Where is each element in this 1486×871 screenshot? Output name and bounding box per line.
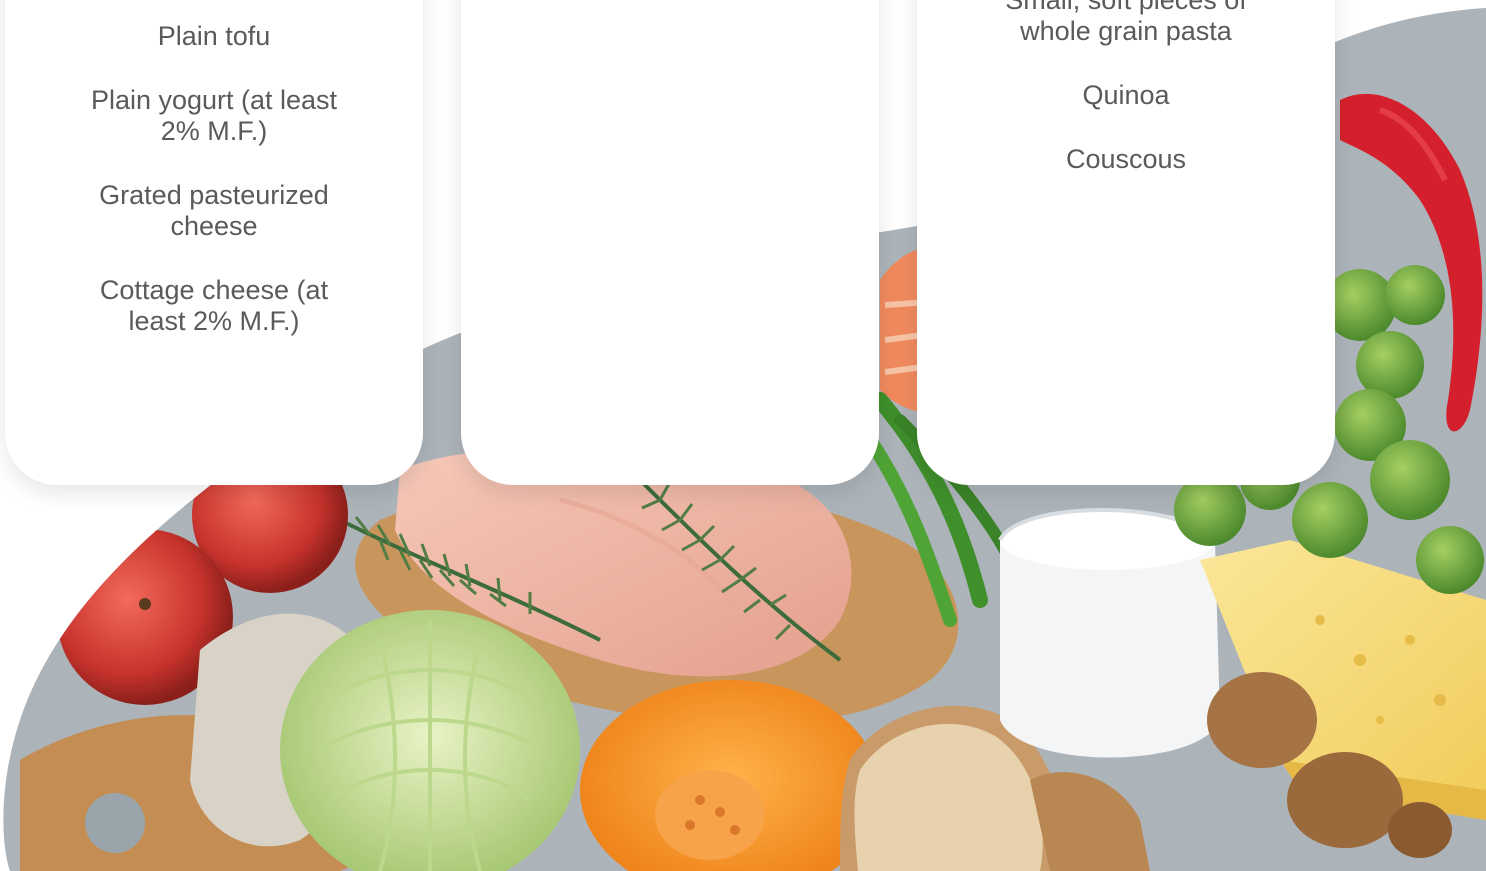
list-item: Cottage cheese (at least 2% M.F.) xyxy=(99,275,329,336)
food-list: Small, soft pieces of whole grain pasta … xyxy=(917,0,1335,175)
food-list-card-middle xyxy=(461,0,879,485)
food-list: Plain tofu Plain yogurt (at least 2% M.F… xyxy=(5,0,423,337)
list-item: Grated pasteurized cheese xyxy=(99,180,329,241)
list-item: Quinoa xyxy=(1082,80,1170,110)
food-list-card-left: Plain tofu Plain yogurt (at least 2% M.F… xyxy=(5,0,423,485)
list-item: Couscous xyxy=(1065,144,1187,174)
list-item: Plain yogurt (at least 2% M.F.) xyxy=(90,85,338,146)
list-item: Small, soft pieces of whole grain pasta xyxy=(1005,0,1247,46)
list-item: Plain tofu xyxy=(157,21,271,51)
food-list-card-right: Small, soft pieces of whole grain pasta … xyxy=(917,0,1335,485)
page: Plain tofu Plain yogurt (at least 2% M.F… xyxy=(0,0,1486,871)
